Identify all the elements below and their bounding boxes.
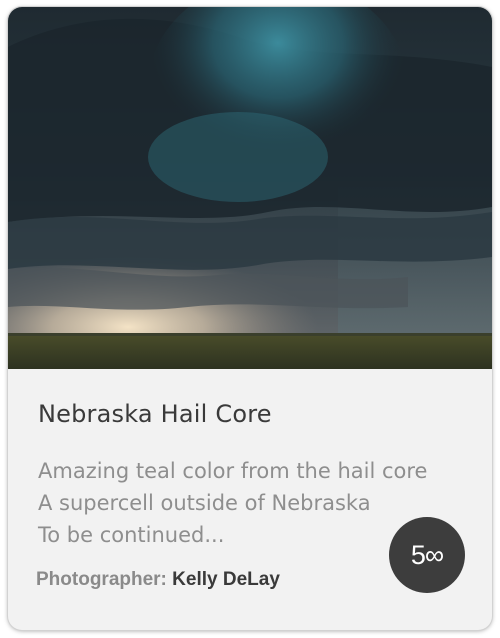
photographer-label: Photographer:: [36, 569, 167, 590]
description-line: Amazing teal color from the hail core: [38, 459, 428, 483]
photo-card: Nebraska Hail Core Amazing teal color fr…: [8, 7, 492, 630]
description-line: A supercell outside of Nebraska: [38, 491, 371, 515]
photographer-name[interactable]: Kelly DeLay: [172, 569, 280, 590]
photographer-credit: Photographer: Kelly DeLay: [36, 569, 280, 591]
500px-logo-text: 5∞: [410, 539, 444, 570]
description-line: To be continued...: [38, 523, 225, 547]
photo-description: Amazing teal color from the hail core A …: [38, 455, 427, 551]
storm-photo[interactable]: [8, 7, 492, 369]
photo-title: Nebraska Hail Core: [38, 400, 272, 428]
500px-logo-icon[interactable]: 5∞: [389, 517, 465, 593]
